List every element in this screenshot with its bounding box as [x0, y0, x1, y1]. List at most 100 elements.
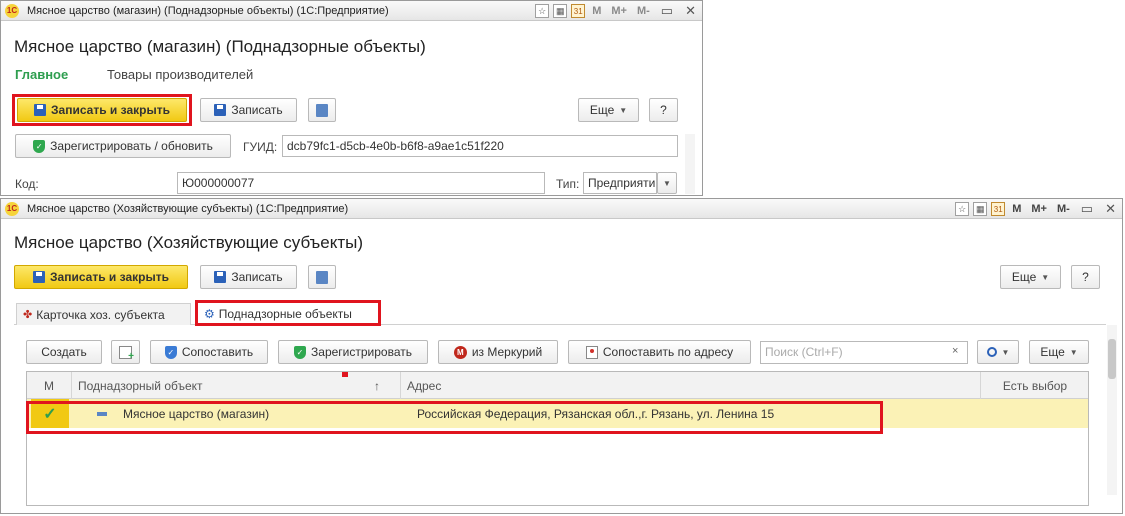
tab-label: Поднадзорные объекты [218, 307, 352, 321]
create-label: Создать [41, 345, 87, 359]
window-titlebar[interactable]: 1C Мясное царство (магазин) (Поднадзорны… [1, 1, 702, 21]
favorite-icon[interactable]: ☆ [535, 4, 550, 18]
memory-m-button[interactable]: M [589, 5, 604, 17]
help-button[interactable]: ? [1071, 265, 1100, 289]
more-button[interactable]: Еще ▼ [1000, 265, 1061, 289]
choice-cell[interactable] [981, 399, 1089, 428]
column-label: Адрес [407, 378, 442, 393]
tab-producer-goods[interactable]: Товары производителей [107, 67, 253, 82]
window-business-entity: 1C Мясное царство (Хозяйствующие субъект… [0, 198, 1123, 514]
shield-icon: ✓ [33, 139, 46, 153]
memory-mminus-button[interactable]: M- [1054, 203, 1073, 215]
help-button[interactable]: ? [649, 98, 678, 122]
type-dropdown-button[interactable]: ▼ [657, 172, 677, 194]
register-label: Зарегистрировать / обновить [50, 139, 213, 153]
search-input[interactable]: Поиск (Ctrl+F) [760, 341, 968, 364]
clear-search-icon[interactable]: × [952, 345, 958, 357]
save-and-close-button[interactable]: Записать и закрыть [17, 98, 187, 122]
subordinate-objects-table[interactable]: М Поднадзорный объект ↑ Адрес Есть выбор… [26, 371, 1089, 506]
code-label: Код: [15, 177, 39, 191]
create-button[interactable]: Создать [26, 340, 102, 364]
tab-entity-card[interactable]: ✤ Карточка хоз. субъекта [16, 303, 191, 325]
match-label: Сопоставить [181, 345, 254, 359]
floppy-icon [214, 104, 227, 116]
guid-field[interactable]: dcb79fc1-d5cb-4e0b-b6f8-a9ae1c51f220 [282, 135, 678, 157]
tab-subordinate-objects[interactable]: ⚙ Поднадзорные объекты [198, 303, 378, 325]
tab-label: Карточка хоз. субъекта [36, 307, 165, 322]
sort-asc-icon: ↑ [374, 378, 380, 393]
address-cell[interactable]: Российская Федерация, Рязанская обл.,г. … [417, 399, 774, 428]
delete-button[interactable] [308, 98, 336, 122]
column-header-object[interactable]: Поднадзорный объект ↑ [72, 372, 401, 399]
map-pin-icon [585, 345, 598, 359]
minimize-icon[interactable]: ▭ [657, 3, 677, 19]
scrollbar-thumb[interactable] [1108, 339, 1116, 379]
from-mercury-button[interactable]: M из Меркурий [438, 340, 558, 364]
memory-mminus-button[interactable]: M- [634, 5, 653, 17]
save-button[interactable]: Записать [200, 98, 297, 122]
add-copy-button[interactable] [111, 340, 140, 364]
column-header-address[interactable]: Адрес [401, 372, 981, 399]
tab-main[interactable]: Главное [15, 67, 68, 82]
chevron-down-icon: ▼ [1069, 347, 1078, 357]
guid-label: ГУИД: [243, 140, 278, 154]
help-label: ? [1082, 270, 1089, 284]
save-and-close-label: Записать и закрыть [51, 103, 170, 117]
save-and-close-button[interactable]: Записать и закрыть [14, 265, 188, 289]
delete-button[interactable] [308, 265, 336, 289]
close-icon[interactable]: ✕ [1101, 201, 1120, 217]
minimize-icon[interactable]: ▭ [1077, 201, 1097, 217]
column-header-choice[interactable]: Есть выбор [981, 372, 1089, 399]
column-label: М [44, 378, 54, 393]
calendar-icon[interactable]: 31 [991, 202, 1006, 216]
memory-mplus-button[interactable]: M+ [1028, 203, 1050, 215]
favorite-icon[interactable]: ☆ [955, 202, 970, 216]
table-row[interactable]: ✓ Мясное царство (магазин) Российская Фе… [27, 399, 1088, 428]
register-button[interactable]: ✓ Зарегистрировать [278, 340, 428, 364]
more-label: Еще [1011, 270, 1037, 284]
people-icon: ✤ [23, 309, 33, 321]
more-button[interactable]: Еще ▼ [578, 98, 639, 122]
memory-mplus-button[interactable]: M+ [608, 5, 630, 17]
match-button[interactable]: ✓ Сопоставить [150, 340, 268, 364]
type-label: Тип: [556, 177, 580, 191]
chevron-down-icon: ▼ [619, 105, 628, 115]
calculator-icon[interactable]: ▦ [553, 4, 568, 18]
type-field[interactable]: Предприяти [583, 172, 657, 194]
1c-logo-icon: 1C [5, 3, 19, 18]
help-label: ? [660, 103, 667, 117]
more-label: Еще [1040, 345, 1065, 359]
window-titlebar[interactable]: 1C Мясное царство (Хозяйствующие субъект… [1, 199, 1122, 219]
address-text: Российская Федерация, Рязанская обл.,г. … [417, 406, 775, 421]
from-mercury-label: из Меркурий [471, 345, 543, 359]
match-address-label: Сопоставить по адресу [602, 345, 734, 359]
table-header: М Поднадзорный объект ↑ Адрес Есть выбор [27, 372, 1088, 399]
object-name: Мясное царство (магазин) [123, 406, 270, 421]
page-title: Мясное царство (магазин) (Поднадзорные о… [14, 37, 426, 56]
search-options-button[interactable]: ▼ [977, 340, 1019, 364]
window-title: Мясное царство (Хозяйствующие субъекты) … [27, 202, 349, 215]
chevron-down-icon: ▼ [1041, 272, 1050, 282]
register-update-button[interactable]: ✓ Зарегистрировать / обновить [15, 134, 231, 158]
calendar-icon[interactable]: 31 [571, 4, 586, 18]
scrollbar[interactable] [685, 134, 695, 194]
search-icon [986, 347, 997, 357]
list-more-button[interactable]: Еще ▼ [1029, 340, 1089, 364]
close-icon[interactable]: ✕ [681, 3, 700, 19]
match-by-address-button[interactable]: Сопоставить по адресу [568, 340, 751, 364]
save-label: Записать [231, 103, 283, 117]
save-button[interactable]: Записать [200, 265, 297, 289]
save-label: Записать [231, 270, 283, 284]
object-cell[interactable]: Мясное царство (магазин) [97, 399, 269, 428]
window-subordinate-object: 1C Мясное царство (магазин) (Поднадзорны… [0, 0, 703, 196]
memory-m-button[interactable]: M [1009, 203, 1024, 215]
column-header-mark[interactable]: М [27, 372, 72, 399]
shield-icon: ✓ [164, 345, 177, 359]
calculator-icon[interactable]: ▦ [973, 202, 988, 216]
floppy-icon [34, 104, 47, 116]
code-field[interactable]: Ю000000077 [177, 172, 545, 194]
objects-icon: ⚙ [204, 307, 215, 321]
mark-cell[interactable]: ✓ [31, 399, 69, 428]
scrollbar[interactable] [1107, 325, 1117, 495]
search-placeholder: Поиск (Ctrl+F) [765, 345, 843, 359]
